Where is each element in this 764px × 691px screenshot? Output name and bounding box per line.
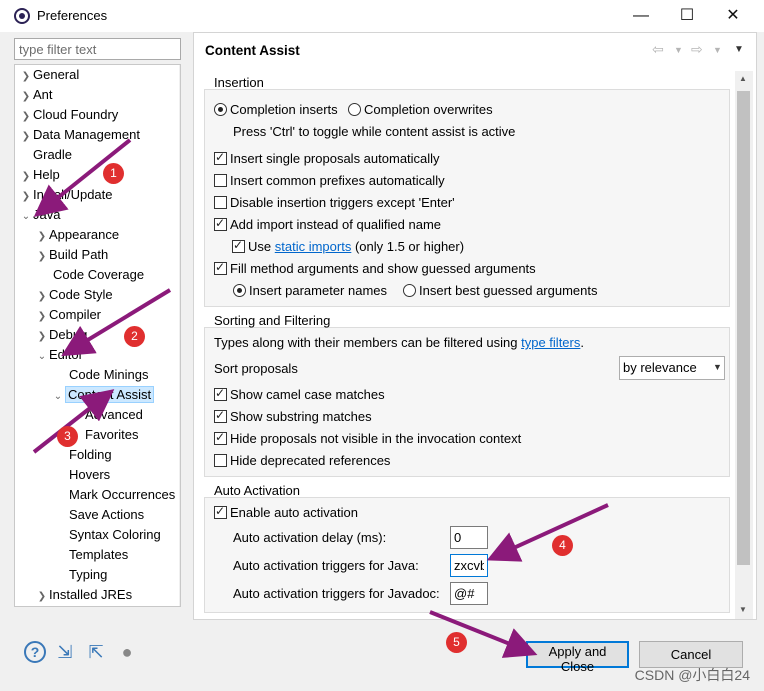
annotation-badge-1: 1: [103, 163, 124, 184]
annotation-arrows: [32, 138, 609, 658]
annotation-arrow-5: [429, 610, 538, 658]
annotation-badge-5: 5: [446, 632, 467, 653]
annotation-badge-3: 3: [57, 426, 78, 447]
annotation-arrow-4: [486, 503, 609, 562]
annotation-badge-4: 4: [552, 535, 573, 556]
annotation-arrow-2: [61, 288, 172, 357]
annotation-badge-2: 2: [124, 326, 145, 347]
